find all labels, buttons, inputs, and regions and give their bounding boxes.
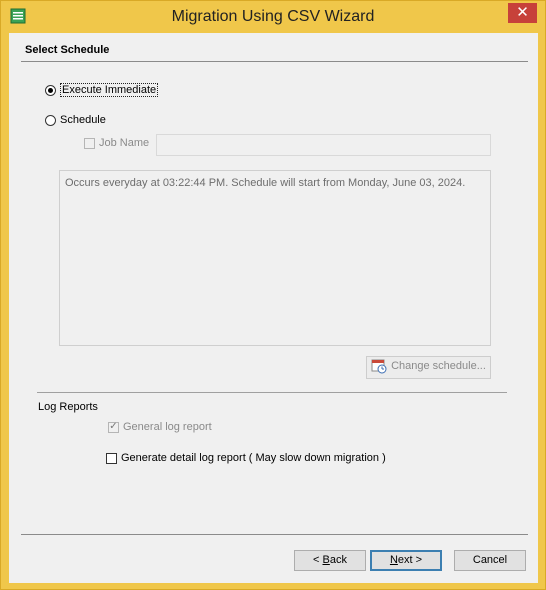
window-title: Migration Using CSV Wizard: [171, 8, 375, 25]
wizard-window: Migration Using CSV Wizard ✕ Select Sche…: [0, 0, 546, 590]
close-button[interactable]: ✕: [508, 3, 537, 23]
checkbox-indicator: [84, 137, 95, 149]
title-bar[interactable]: Migration Using CSV Wizard ✕: [1, 1, 545, 33]
radio-selected-indicator: [45, 84, 56, 96]
log-reports-title: Log Reports: [38, 401, 98, 413]
cancel-button[interactable]: Cancel: [454, 550, 526, 571]
execute-immediate-label: Execute Immediate: [60, 83, 159, 97]
change-schedule-label: Change schedule...: [391, 360, 486, 372]
schedule-label: Schedule: [60, 114, 106, 126]
general-log-label: General log report: [123, 421, 212, 433]
wizard-content: Select Schedule Execute Immediate Schedu…: [9, 33, 538, 583]
next-button[interactable]: Next >: [370, 550, 442, 571]
detail-log-checkbox[interactable]: Generate detail log report ( May slow do…: [106, 452, 386, 464]
back-button[interactable]: < Back: [294, 550, 366, 571]
general-log-check-icon: ✓: [108, 421, 119, 433]
log-divider: [37, 392, 507, 393]
close-icon: ✕: [516, 4, 529, 21]
section-divider: [21, 61, 528, 62]
detail-log-label: Generate detail log report ( May slow do…: [121, 452, 386, 464]
execute-immediate-radio[interactable]: Execute Immediate: [45, 83, 159, 97]
schedule-radio[interactable]: Schedule: [45, 114, 106, 126]
job-name-input[interactable]: [156, 134, 491, 156]
schedule-info-text: Occurs everyday at 03:22:44 PM. Schedule…: [65, 177, 466, 189]
footer-divider: [21, 534, 528, 535]
section-title: Select Schedule: [25, 44, 110, 56]
job-name-checkbox[interactable]: Job Name: [84, 137, 149, 149]
detail-log-check-indicator: [106, 452, 117, 464]
general-log-checkbox[interactable]: ✓ General log report: [108, 421, 212, 433]
calendar-clock-icon: [371, 359, 387, 374]
schedule-info-box: Occurs everyday at 03:22:44 PM. Schedule…: [59, 170, 491, 346]
change-schedule-button[interactable]: Change schedule...: [366, 356, 491, 379]
radio-unselected-indicator: [45, 114, 56, 126]
job-name-label: Job Name: [99, 137, 150, 149]
